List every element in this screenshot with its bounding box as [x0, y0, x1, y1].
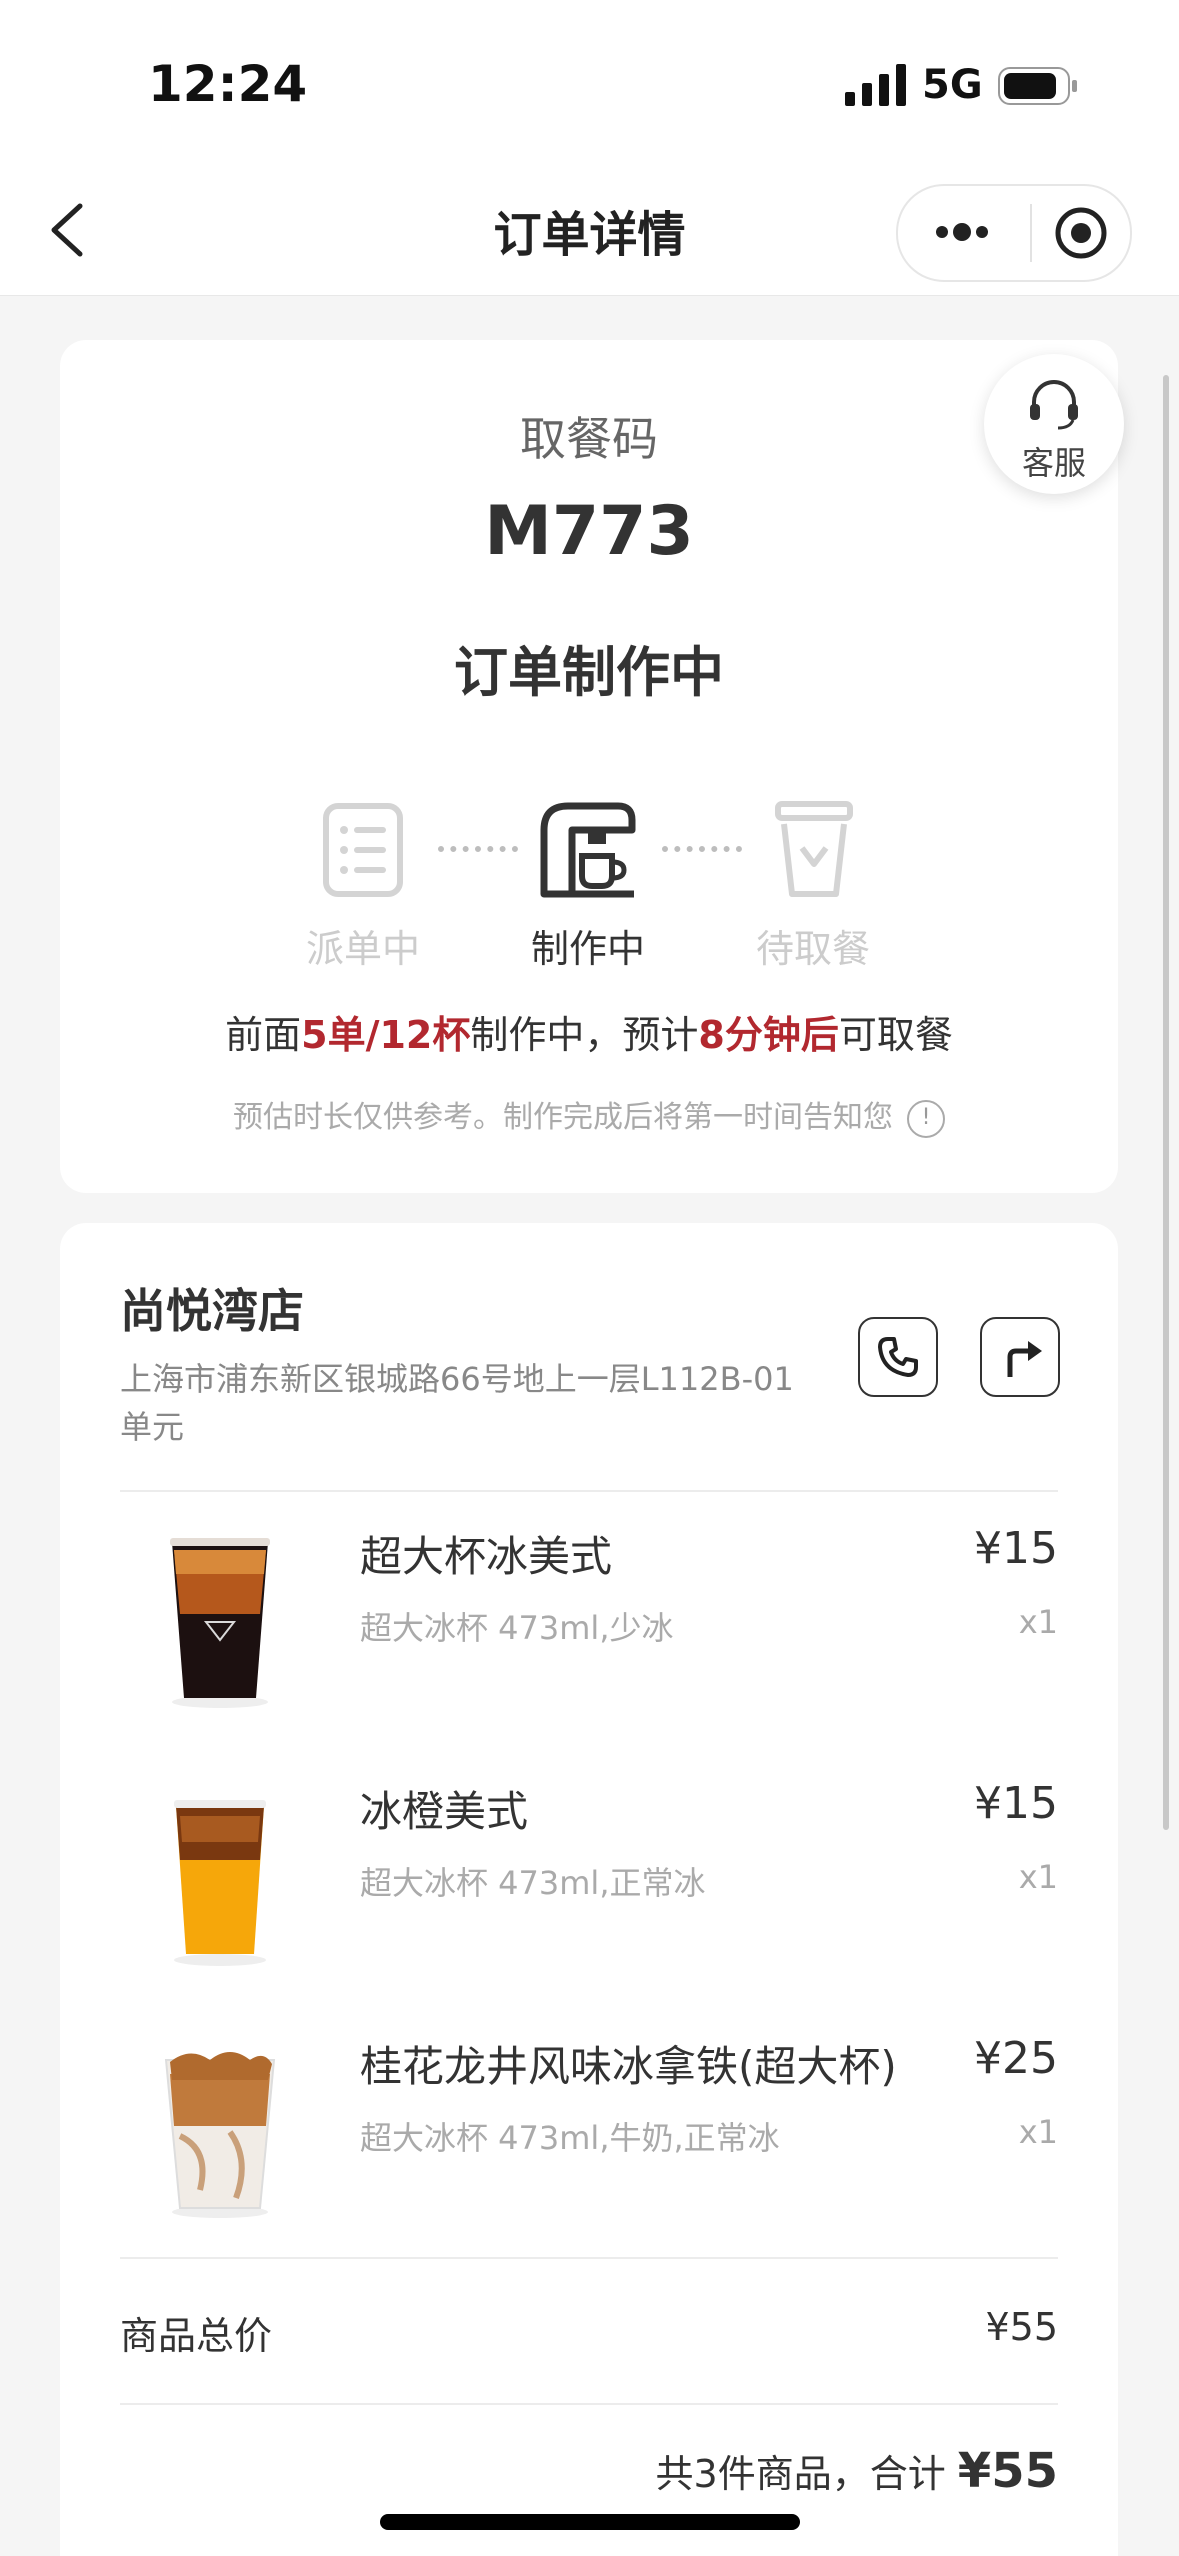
osmanthus-latte-image: [164, 2052, 276, 2218]
nav-bar: 订单详情: [0, 170, 1179, 296]
eta-queue: 5单/12杯: [301, 1013, 471, 1057]
divider: [120, 2403, 1058, 2405]
step-connector: [662, 846, 742, 852]
item-name: 超大杯冰美式: [360, 1532, 613, 1581]
item-qty: x1: [1018, 1603, 1058, 1641]
call-store-button[interactable]: [858, 1317, 938, 1397]
item-price: ¥25: [974, 2033, 1058, 2084]
pickup-code-label: 取餐码: [520, 412, 658, 466]
eta-time: 8分钟后: [698, 1013, 839, 1057]
miniprogram-capsule: [896, 184, 1132, 282]
item-spec: 超大冰杯 473ml,正常冰: [360, 1864, 706, 1902]
item-price: ¥15: [974, 1523, 1058, 1574]
scrollbar[interactable]: [1163, 375, 1169, 1830]
order-summary-line: 共3件商品，合计 ¥55: [656, 2443, 1058, 2499]
pickup-code: M773: [484, 492, 694, 571]
goods-total-label: 商品总价: [120, 2314, 273, 2358]
order-status: 订单制作中: [454, 641, 724, 704]
phone-icon: [878, 1337, 918, 1377]
iced-orange-americano-image: [174, 1800, 266, 1966]
eta-prefix: 前面: [225, 1013, 302, 1057]
item-qty: x1: [1018, 2113, 1058, 2151]
eta-middle: 制作中，预计: [470, 1013, 699, 1057]
step-label-pickup: 待取餐: [755, 927, 870, 971]
store-address: 上海市浦东新区银城路66号地上一层L112B-01单元: [120, 1360, 794, 1446]
iced-americano-image: [170, 1538, 270, 1708]
eta-note: 预估时长仅供参考。制作完成后将第一时间告知您!: [60, 1092, 1118, 1138]
directions-icon: [1007, 1341, 1042, 1377]
navigate-button[interactable]: [980, 1317, 1060, 1397]
status-bar: 12:24 5G: [0, 0, 1179, 170]
eta-note-text: 预估时长仅供参考。制作完成后将第一时间告知您: [233, 1100, 893, 1135]
item-spec: 超大冰杯 473ml,少冰: [360, 1609, 674, 1647]
eta-text: 前面5单/12杯制作中，预计8分钟后可取餐: [60, 1004, 1118, 1059]
item-count-text: 共3件商品，合计: [655, 2452, 946, 2496]
store-name: 尚悦湾店: [120, 1284, 304, 1338]
grand-total: ¥55: [957, 2443, 1058, 2499]
pickup-cup-icon: [775, 801, 853, 897]
item-name: 冰橙美式: [360, 1787, 529, 1836]
item-price: ¥15: [974, 1778, 1058, 1829]
dispatch-icon: [323, 803, 403, 897]
signal-icon: [845, 64, 906, 106]
goods-total-value: ¥55: [985, 2305, 1058, 2349]
info-icon[interactable]: !: [907, 1099, 945, 1138]
step-label-dispatch: 派单中: [305, 927, 420, 971]
battery-icon: [998, 67, 1077, 105]
network-type: 5G: [922, 62, 983, 108]
item-name: 桂花龙井风味冰拿铁(超大杯): [360, 2042, 897, 2091]
coffee-machine-icon: [540, 802, 636, 898]
eta-suffix: 可取餐: [838, 1013, 953, 1057]
more-icon[interactable]: [932, 212, 992, 252]
home-indicator[interactable]: [380, 2514, 800, 2530]
item-qty: x1: [1018, 1858, 1058, 1896]
divider: [120, 2257, 1058, 2259]
divider: [120, 1490, 1058, 1492]
close-miniprogram-icon[interactable]: [1054, 206, 1108, 260]
status-time: 12:24: [148, 55, 308, 113]
capsule-divider: [1030, 204, 1032, 262]
item-spec: 超大冰杯 473ml,牛奶,正常冰: [360, 2119, 780, 2157]
step-label-making: 制作中: [530, 927, 645, 971]
step-connector: [438, 846, 518, 852]
